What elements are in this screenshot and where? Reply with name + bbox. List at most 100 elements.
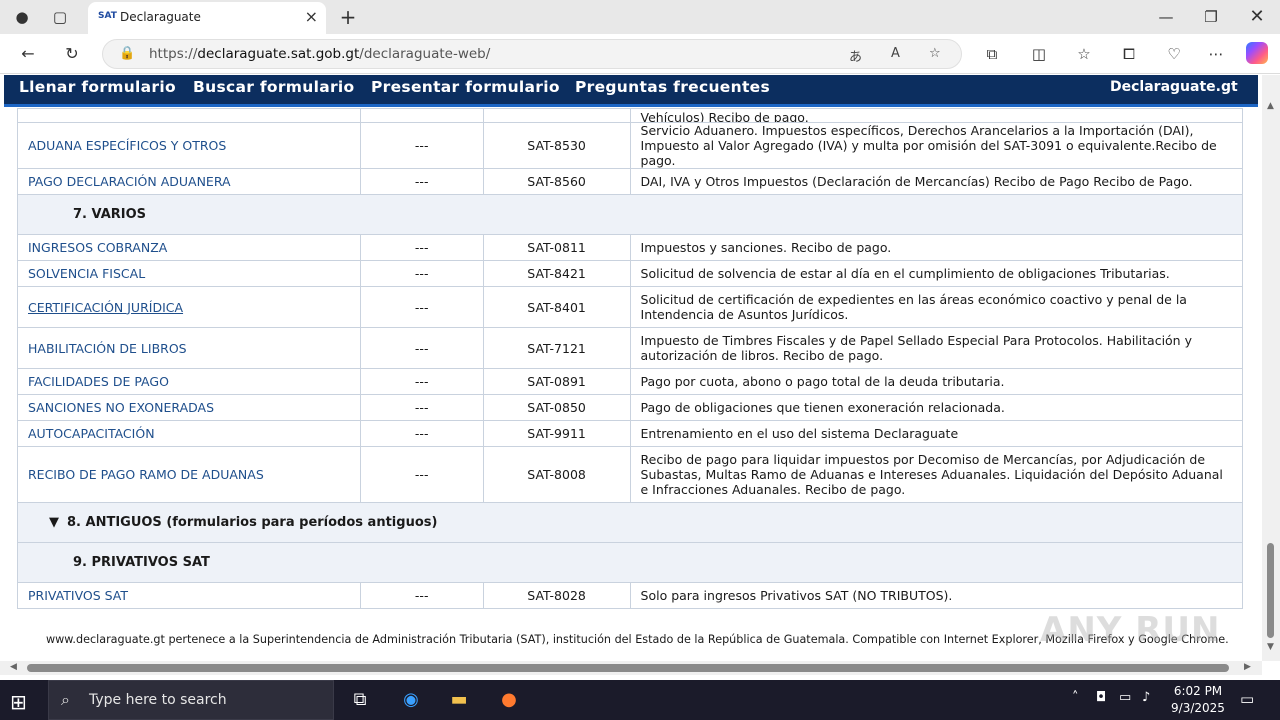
tab-actions-icon[interactable]: ▢ [46, 4, 74, 30]
settings-more-icon[interactable]: ⋯ [1204, 42, 1228, 66]
table-row: INGRESOS COBRANZA --- SAT-0811 Impuestos y … [17, 234, 1244, 261]
table-row: HABILITACIÓN DE LIBROS --- SAT-7121 Impuest… [17, 327, 1244, 369]
form-description: Pago de obligaciones que tienen exonerac… [640, 400, 1005, 415]
file-explorer-icon[interactable]: ▬ [444, 686, 474, 714]
scroll-down-icon[interactable]: ▼ [1267, 642, 1274, 652]
form-old-code: --- [414, 299, 429, 315]
form-old-code: --- [414, 467, 429, 482]
favorite-star-icon[interactable]: ☆ [929, 46, 941, 61]
form-name-link[interactable]: RECIBO DE PAGO RAMO DE ADUANAS [28, 467, 264, 482]
windows-taskbar: ⊞ ⌕ Type here to search ⧉ ◉ ▬ ● ˄ ◘ ▭ ♪ … [0, 680, 1280, 720]
copilot-icon[interactable] [1246, 42, 1268, 64]
close-window-icon[interactable]: ✕ [1243, 4, 1271, 30]
read-aloud-icon[interactable]: A [891, 46, 900, 61]
network-icon[interactable]: ▭ [1119, 690, 1131, 705]
scroll-right-icon[interactable]: ▶ [1244, 662, 1251, 672]
vertical-scroll-thumb[interactable] [1267, 543, 1274, 638]
form-code: SAT-9911 [527, 426, 586, 441]
split-screen-icon[interactable]: ◫ [1027, 42, 1051, 66]
form-name-link[interactable]: INGRESOS COBRANZA [28, 240, 167, 255]
tab-close-icon[interactable]: × [305, 7, 318, 26]
table-row: SOLVENCIA FISCAL --- SAT-8421 Solicitud de … [17, 260, 1244, 287]
form-description: Solo para ingresos Privativos SAT (NO TR… [640, 588, 953, 603]
form-old-code: --- [414, 588, 429, 603]
form-old-code: --- [414, 426, 429, 441]
windows-start-icon[interactable]: ⊞ [10, 690, 27, 714]
nav-presentar-formulario[interactable]: Presentar formulario [371, 78, 560, 96]
search-placeholder: Type here to search [89, 692, 227, 708]
tray-security-icon[interactable]: ◘ [1096, 690, 1106, 705]
tray-chevron-icon[interactable]: ˄ [1072, 690, 1079, 705]
table-row: SANCIONES NO EXONERADAS --- SAT-0850 Pago d… [17, 394, 1244, 421]
form-old-code: --- [414, 266, 429, 281]
form-code: SAT-8560 [527, 174, 586, 189]
new-tab-button[interactable]: + [334, 4, 362, 30]
form-code: SAT-8401 [527, 299, 586, 315]
firefox-app-icon[interactable]: ● [494, 686, 524, 714]
scroll-left-icon[interactable]: ◀ [10, 662, 17, 672]
vertical-scrollbar[interactable]: ▲ ▼ [1262, 75, 1280, 661]
table-row: CERTIFICACIÓN JURÍDICA --- SAT-8401 Solicit… [17, 286, 1244, 328]
browser-titlebar: ● ▢ SAT Declaraguate × + — ❐ ✕ [0, 0, 1280, 34]
search-icon: ⌕ [61, 690, 70, 709]
form-name-link[interactable]: PAGO DECLARACIÓN ADUANERA [28, 174, 231, 189]
form-name-link[interactable]: ADUANA ESPECÍFICOS Y OTROS [28, 138, 226, 153]
address-toolbar: ← ↻ 🔒 https://declaraguate.sat.gob.gt/de… [0, 34, 1280, 74]
browser-essentials-icon[interactable]: ♡ [1162, 42, 1186, 66]
tab-declaraguate[interactable]: SAT Declaraguate × [88, 2, 326, 34]
minimize-icon[interactable]: — [1152, 4, 1180, 30]
horizontal-scrollbar[interactable]: ◀ ▶ [0, 661, 1262, 675]
form-name-link[interactable]: AUTOCAPACITACIÓN [28, 426, 155, 441]
form-name-link[interactable]: HABILITACIÓN DE LIBROS [28, 341, 187, 356]
horizontal-scroll-thumb[interactable] [27, 664, 1229, 672]
nav-preguntas-frecuentes[interactable]: Preguntas frecuentes [575, 78, 770, 96]
form-description: DAI, IVA y Otros Impuestos (Declaración … [640, 174, 1193, 189]
restore-icon[interactable]: ❐ [1197, 4, 1225, 30]
translate-icon[interactable]: あ [849, 46, 862, 65]
form-name-link[interactable]: SOLVENCIA FISCAL [28, 266, 145, 281]
form-description: Servicio Aduanero. Impuestos específicos… [640, 123, 1217, 168]
refresh-icon[interactable]: ↻ [58, 40, 86, 68]
back-icon[interactable]: ← [14, 40, 42, 68]
taskbar-search[interactable]: ⌕ Type here to search [48, 680, 334, 720]
forms-table: Vehículos) Recibo de pago. ADUANA ESPECÍ… [17, 108, 1244, 609]
form-description: Entrenamiento en el uso del sistema Decl… [640, 426, 959, 441]
address-bar[interactable]: 🔒 https://declaraguate.sat.gob.gt/declar… [102, 39, 962, 69]
nav-llenar-formulario[interactable]: Llenar formulario [19, 78, 176, 96]
table-row: AUTOCAPACITACIÓN --- SAT-9911 Entrenamiento… [17, 420, 1244, 447]
form-old-code: --- [414, 174, 429, 189]
form-code: SAT-8530 [527, 138, 586, 153]
site-brand: Declaraguate.gt [1110, 79, 1238, 95]
notifications-icon[interactable]: ▭ [1240, 690, 1254, 708]
table-row: Vehículos) Recibo de pago. [17, 108, 1244, 123]
form-old-code: --- [414, 340, 429, 356]
nav-buscar-formulario[interactable]: Buscar formulario [193, 78, 354, 96]
form-name-link[interactable]: FACILIDADES DE PAGO [28, 374, 169, 389]
extensions-icon[interactable]: ⧉ [980, 42, 1004, 66]
section-antiguos[interactable]: ▼ 8. ANTIGUOS (formularios para períodos … [17, 502, 1243, 543]
form-description: Impuesto de Timbres Fiscales y de Papel … [640, 333, 1192, 363]
taskbar-clock[interactable]: 6:02 PM 9/3/2025 [1168, 683, 1228, 717]
form-name-link[interactable]: PRIVATIVOS SAT [28, 588, 128, 603]
task-view-icon[interactable]: ⧉ [345, 686, 375, 714]
form-name-link[interactable]: CERTIFICACIÓN JURÍDICA [28, 300, 183, 315]
form-code: SAT-7121 [527, 340, 586, 356]
expand-arrow-icon[interactable]: ▼ [49, 515, 67, 530]
form-old-code: --- [414, 138, 429, 153]
volume-icon[interactable]: ♪ [1142, 690, 1150, 705]
page-viewport: Llenar formulario Buscar formulario Pres… [0, 75, 1262, 661]
anyrun-watermark: ANY RUN [1040, 610, 1221, 650]
form-description: Solicitud de certificación de expediente… [640, 292, 1187, 322]
section-varios[interactable]: 7. VARIOS [17, 194, 1243, 235]
profile-icon[interactable]: ● [8, 4, 36, 30]
form-name-link[interactable]: SANCIONES NO EXONERADAS [28, 400, 214, 415]
section-title: 7. VARIOS [73, 207, 147, 222]
favorites-icon[interactable]: ☆ [1072, 42, 1096, 66]
favicon-icon: SAT [98, 11, 117, 21]
site-info-icon[interactable]: 🔒 [119, 46, 135, 61]
edge-app-icon[interactable]: ◉ [396, 686, 426, 714]
collections-icon[interactable]: ⧠ [1117, 42, 1141, 66]
section-privativos[interactable]: 9. PRIVATIVOS SAT [17, 542, 1243, 583]
scroll-up-icon[interactable]: ▲ [1267, 101, 1274, 111]
section-title: 8. ANTIGUOS (formularios para períodos a… [67, 515, 438, 530]
